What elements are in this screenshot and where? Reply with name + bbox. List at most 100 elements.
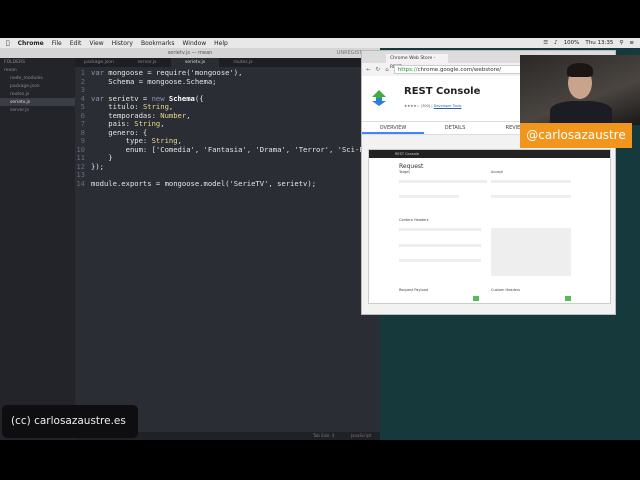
editor-tabs: package.json server.js serietv.js routes…: [75, 58, 380, 67]
menu-help[interactable]: Help: [214, 40, 228, 47]
code-line: 14 module.exports = mongoose.model('Serie…: [75, 179, 380, 188]
field: [399, 195, 459, 198]
tab-routes-js[interactable]: routes.js: [219, 58, 267, 67]
list-icon[interactable]: ≡: [629, 40, 634, 46]
line-number: 13: [76, 170, 85, 179]
battery-level[interactable]: 100%: [564, 40, 580, 46]
volume-icon[interactable]: ♪: [554, 40, 558, 46]
syntax-mode[interactable]: JavaScript: [351, 433, 371, 438]
line-number: 7: [80, 119, 85, 128]
back-icon[interactable]: ←: [366, 67, 371, 73]
line-number: 14: [76, 178, 85, 188]
rest-console-icon: [372, 90, 386, 106]
chrome-tab[interactable]: Chrome Web Store - REST: [386, 54, 448, 70]
tab-size[interactable]: Tab Size: 4: [313, 433, 334, 438]
code-text: type: String,: [91, 136, 182, 145]
code-line: 9 type: String,: [75, 136, 380, 145]
code-line: 7 pais: String,: [75, 119, 380, 128]
code-line: 1 var mongoose = require('mongoose'),: [75, 68, 380, 77]
mac-menubar:  Chrome File Edit View History Bookmark…: [0, 38, 640, 48]
code-text: genero: {: [91, 127, 148, 137]
search-icon[interactable]: ⚲: [619, 40, 623, 46]
payload-textarea: [491, 228, 571, 276]
field: [399, 180, 487, 183]
tab-serietv-js[interactable]: serietv.js: [171, 58, 219, 67]
apple-icon[interactable]: : [6, 40, 10, 47]
code-line: 11 }: [75, 153, 380, 162]
editor-titlebar: serietv.js — mean UNREGISTERED: [0, 48, 380, 58]
code-text: pais: String,: [91, 119, 165, 128]
credit-overlay: (cc) carlosazaustre.es: [2, 405, 138, 438]
screenshot-navbar: REST Console: [369, 150, 610, 158]
menu-window[interactable]: Window: [183, 40, 207, 47]
code-text: titulo: String,: [91, 102, 174, 111]
file-package-json[interactable]: package.json: [0, 82, 75, 90]
menu-edit[interactable]: Edit: [70, 40, 82, 47]
field: [491, 180, 571, 183]
menu-view[interactable]: View: [89, 40, 103, 47]
url-path: chrome.google.com/webstore/: [417, 67, 502, 73]
tab-overview[interactable]: OVERVIEW: [362, 122, 424, 134]
code-text: Schema = mongoose.Schema;: [91, 76, 217, 86]
folder-node-modules[interactable]: node_modules: [0, 74, 75, 82]
line-number: 6: [80, 110, 85, 120]
screenshot-heading: Request: [399, 163, 424, 170]
line-number: 11: [76, 153, 85, 162]
line-number: 9: [80, 136, 85, 145]
webcam-video: [520, 55, 640, 125]
code-line: 5 titulo: String,: [75, 102, 380, 111]
tab-package-json[interactable]: package.json: [75, 58, 123, 67]
code-line: 3: [75, 85, 380, 94]
file-routes-js[interactable]: routes.js: [0, 90, 75, 98]
add-button: [473, 296, 479, 301]
code-line: 13: [75, 170, 380, 179]
url-scheme: https://: [397, 67, 418, 73]
menu-file[interactable]: File: [52, 40, 62, 47]
code-line: 8 genero: {: [75, 128, 380, 137]
add-button: [565, 296, 571, 301]
file-sidebar: FOLDERS mean node_modules package.json r…: [0, 58, 75, 440]
file-serietv-js[interactable]: serietv.js: [0, 98, 75, 106]
line-number: 5: [80, 102, 85, 111]
tab-details[interactable]: DETAILS: [424, 122, 486, 134]
field: [399, 259, 481, 262]
line-number: 12: [76, 161, 85, 171]
line-number: 2: [80, 76, 85, 86]
window-title: serietv.js — mean: [167, 50, 213, 56]
code-editor[interactable]: 1 var mongoose = require('mongoose'), 2 Sc…: [75, 67, 380, 432]
folder-mean[interactable]: mean: [0, 66, 75, 74]
code-line: 6 temporadas: Number,: [75, 111, 380, 120]
menu-bookmarks[interactable]: Bookmarks: [141, 40, 175, 47]
sidebar-header: FOLDERS: [4, 60, 25, 65]
code-text: }: [91, 153, 113, 162]
rating-stars: ★★★★☆: [404, 104, 420, 108]
section-accept: Accept: [491, 170, 503, 174]
code-line: 12});: [75, 162, 380, 171]
home-icon[interactable]: ⌂: [385, 67, 389, 73]
code-text: });: [91, 161, 104, 171]
code-text: enum: ['Comedia', 'Fantasia', 'Drama', '…: [91, 144, 368, 154]
line-number: 3: [80, 85, 85, 94]
section-content-headers: Content Headers: [399, 218, 429, 222]
tab-server-js[interactable]: server.js: [123, 58, 171, 67]
code-line: 2 Schema = mongoose.Schema;: [75, 77, 380, 86]
category-link[interactable]: Developer Tools: [434, 104, 462, 108]
section-request-payload: Request Payload: [399, 288, 428, 292]
field: [399, 244, 481, 247]
code-text: var serietv = new Schema({: [91, 93, 204, 103]
file-server-js[interactable]: server.js: [0, 106, 75, 114]
wifi-icon[interactable]: ☰: [543, 40, 548, 46]
clock[interactable]: Thu 13:35: [585, 40, 613, 46]
reload-icon[interactable]: ↻: [376, 67, 381, 73]
section-custom-headers: Custom Headers: [491, 288, 521, 292]
menu-history[interactable]: History: [112, 40, 133, 47]
field: [491, 195, 571, 198]
code-text: module.exports = mongoose.model('SerieTV…: [91, 178, 317, 188]
extension-screenshot[interactable]: REST Console Request Target Accept Conte…: [368, 149, 611, 304]
menu-app[interactable]: Chrome: [18, 40, 44, 47]
code-line: 10 enum: ['Comedia', 'Fantasia', 'Drama'…: [75, 145, 380, 154]
extension-meta: ★★★★☆ (300) | Developer Tools: [404, 104, 462, 108]
line-number: 8: [80, 127, 85, 137]
twitter-handle-banner: @carlosazaustre: [520, 123, 632, 148]
line-number: 1: [80, 68, 85, 77]
